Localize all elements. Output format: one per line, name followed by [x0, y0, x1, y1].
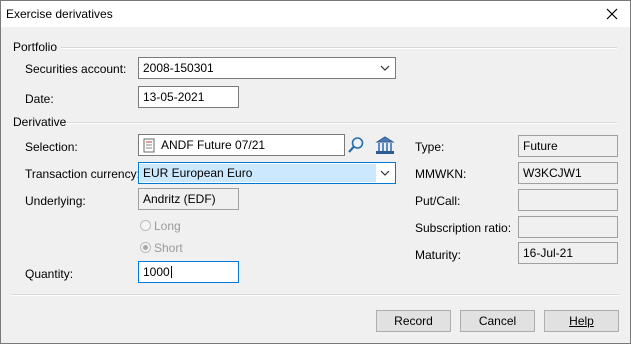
- securities-account-value: 2008-150301: [143, 61, 214, 75]
- dialog-window: Exercise derivatives Portfolio Securitie…: [0, 0, 631, 344]
- short-radio[interactable]: [140, 242, 151, 253]
- close-icon: [606, 8, 618, 20]
- subscription-ratio-field: [518, 216, 618, 238]
- transaction-currency-value: EUR European Euro: [143, 166, 253, 180]
- quantity-label: Quantity:: [25, 267, 74, 281]
- help-label: Help: [569, 314, 594, 328]
- type-field: Future: [518, 135, 618, 157]
- securities-account-select[interactable]: 2008-150301: [138, 57, 396, 79]
- portfolio-separator: [61, 47, 617, 49]
- transaction-currency-select[interactable]: EUR European Euro: [138, 162, 396, 184]
- maturity-field: 16-Jul-21: [518, 242, 618, 264]
- derivative-section-label: Derivative: [13, 115, 67, 129]
- footer-separator: [11, 294, 619, 296]
- magnifier-icon: [348, 137, 364, 153]
- search-button[interactable]: [346, 135, 366, 155]
- bank-button[interactable]: [375, 136, 395, 155]
- quantity-field[interactable]: 1000: [138, 261, 239, 283]
- selection-value: ANDF Future 07/21: [161, 138, 266, 152]
- date-label: Date:: [25, 92, 54, 106]
- quantity-value: 1000: [143, 265, 170, 279]
- underlying-field: Andritz (EDF): [138, 188, 239, 210]
- close-button[interactable]: [602, 4, 622, 24]
- help-button[interactable]: Help: [544, 310, 619, 332]
- type-label: Type:: [415, 140, 445, 154]
- chevron-down-icon: [377, 163, 393, 183]
- put-call-label: Put/Call:: [415, 194, 461, 208]
- underlying-label: Underlying:: [25, 194, 86, 208]
- transaction-currency-label: Transaction currency:: [25, 167, 140, 181]
- selection-field[interactable]: ANDF Future 07/21: [138, 134, 345, 156]
- mmwkn-field: W3KCJW1: [518, 162, 618, 184]
- put-call-field: [518, 189, 618, 211]
- long-label: Long: [154, 219, 181, 233]
- document-icon: [143, 138, 156, 155]
- record-button[interactable]: Record: [376, 310, 451, 332]
- cancel-button[interactable]: Cancel: [460, 310, 535, 332]
- window-title: Exercise derivatives: [6, 7, 113, 21]
- selection-label: Selection:: [25, 140, 78, 154]
- subscription-ratio-label: Subscription ratio:: [415, 221, 512, 235]
- short-label: Short: [154, 241, 183, 255]
- bank-icon: [375, 136, 395, 154]
- chevron-down-icon: [377, 58, 393, 78]
- maturity-label: Maturity:: [415, 248, 462, 262]
- long-radio[interactable]: [140, 220, 151, 231]
- derivative-separator: [67, 122, 617, 124]
- text-cursor: [170, 266, 172, 278]
- securities-account-label: Securities account:: [25, 62, 127, 76]
- portfolio-section-label: Portfolio: [13, 40, 58, 54]
- title-bar: Exercise derivatives: [1, 1, 630, 27]
- mmwkn-label: MMWKN:: [415, 167, 467, 181]
- date-field[interactable]: 13-05-2021: [138, 86, 239, 108]
